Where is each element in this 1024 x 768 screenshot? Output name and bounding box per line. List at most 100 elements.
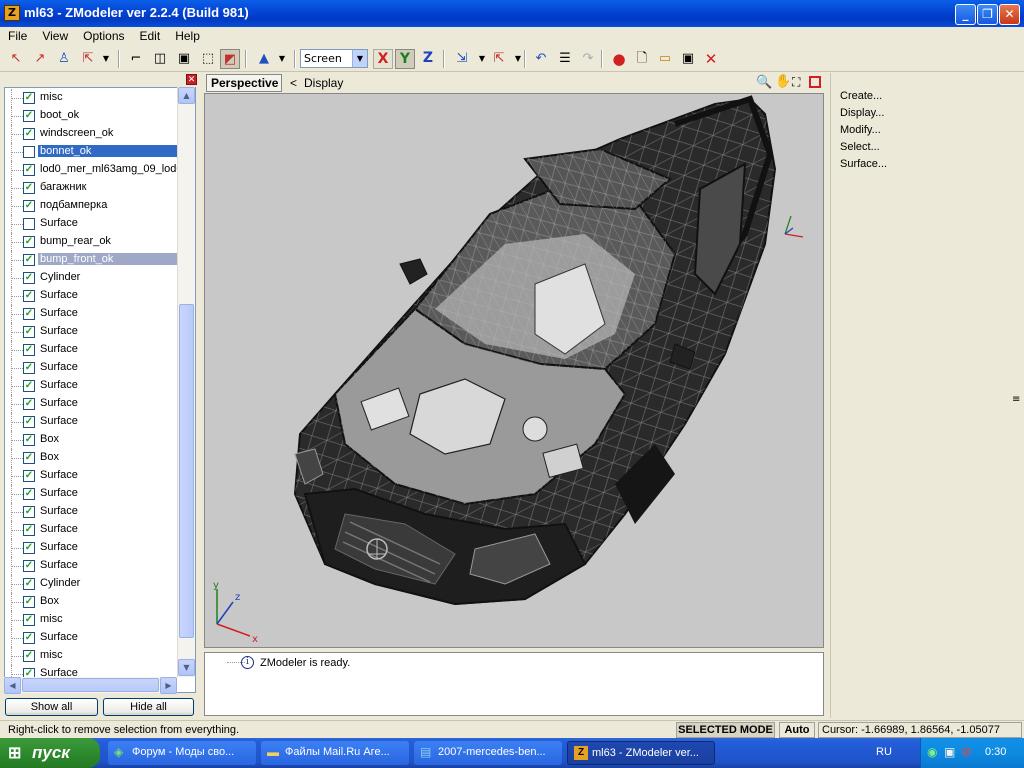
restore-button[interactable]: ❐	[977, 4, 998, 25]
selected-mode-indicator[interactable]: SELECTED MODE	[676, 722, 775, 738]
visibility-checkbox[interactable]: ✓	[23, 614, 35, 626]
visibility-checkbox[interactable]: ✓	[23, 452, 35, 464]
chevron-down-icon[interactable]: ▼	[352, 50, 367, 67]
visibility-checkbox[interactable]	[23, 146, 35, 158]
tree-horizontal-scrollbar[interactable]: ◀ ▶	[4, 677, 177, 694]
record-icon[interactable]: ●	[609, 49, 629, 69]
zoom-extents-icon[interactable]: ⛶	[792, 75, 800, 90]
app-icon[interactable]: Z	[4, 5, 20, 21]
dropdown-arrow-icon[interactable]: ▼	[96, 49, 116, 69]
tree-row[interactable]: ✓ Box	[5, 593, 180, 611]
maximize-viewport-icon[interactable]	[809, 76, 821, 88]
close-button[interactable]: ✕	[999, 4, 1020, 25]
coordinate-space-select[interactable]: Screen ▼	[300, 49, 368, 68]
tree-row[interactable]: ✓ bump_rear_ok	[5, 233, 180, 251]
visibility-checkbox[interactable]: ✓	[23, 236, 35, 248]
menu-edit[interactable]: Edit	[132, 27, 168, 43]
taskbar-item-files[interactable]: ▬ Файлы Mail.Ru Аге...	[261, 741, 409, 765]
faces-mode-icon[interactable]: ▣	[174, 49, 194, 69]
visibility-checkbox[interactable]: ✓	[23, 560, 35, 572]
edges-mode-icon[interactable]: ◫	[150, 49, 170, 69]
zoom-icon[interactable]: 🔍	[756, 75, 772, 90]
tree-row[interactable]: ✓ Box	[5, 431, 180, 449]
security-alert-icon[interactable]: ⊘	[961, 744, 972, 760]
tree-row[interactable]: Surface	[5, 215, 180, 233]
modify-menu[interactable]: Modify...	[840, 124, 881, 136]
visibility-checkbox[interactable]: ✓	[23, 470, 35, 482]
tree-row[interactable]: ✓ Surface	[5, 377, 180, 395]
create-menu[interactable]: Create...	[840, 90, 882, 102]
visibility-checkbox[interactable]: ✓	[23, 578, 35, 590]
visibility-checkbox[interactable]: ✓	[23, 416, 35, 428]
tree-vertical-scrollbar[interactable]: ▲ ▼	[177, 87, 195, 677]
visibility-checkbox[interactable]: ✓	[23, 254, 35, 266]
visibility-checkbox[interactable]: ✓	[23, 182, 35, 194]
hscroll-thumb[interactable]	[22, 678, 159, 692]
objects-mode-icon[interactable]: ⬚	[198, 49, 218, 69]
visibility-checkbox[interactable]: ✓	[23, 434, 35, 446]
tree-row[interactable]: ✓ багажник	[5, 179, 180, 197]
tree-row[interactable]: ✓ Box	[5, 449, 180, 467]
visibility-checkbox[interactable]: ✓	[23, 398, 35, 410]
history-icon[interactable]: ☰	[555, 49, 575, 69]
show-all-button[interactable]: Show all	[5, 698, 98, 716]
cone-icon[interactable]: ▲	[254, 49, 274, 69]
tree-row[interactable]: ✓ Surface	[5, 395, 180, 413]
visibility-checkbox[interactable]: ✓	[23, 524, 35, 536]
tree-row[interactable]: ✓ Surface	[5, 305, 180, 323]
close-panel-icon[interactable]: ✕	[186, 74, 197, 85]
tree-row[interactable]: ✓ misc	[5, 89, 180, 107]
tree-row[interactable]: ✓ Surface	[5, 629, 180, 647]
3d-viewport[interactable]: y z x	[204, 93, 824, 648]
tree-row[interactable]: ✓ подбамперка	[5, 197, 180, 215]
axis-z-toggle[interactable]: Z	[418, 49, 438, 69]
panel-splitter-icon[interactable]: ≡	[1012, 394, 1020, 405]
visibility-checkbox[interactable]: ✓	[23, 488, 35, 500]
new-file-icon[interactable]: 🗋	[632, 49, 652, 69]
pan-hand-icon[interactable]: ✋	[775, 74, 791, 89]
tree-row[interactable]: bonnet_ok	[5, 143, 180, 161]
visibility-checkbox[interactable]: ✓	[23, 200, 35, 212]
viewport-mode-tab[interactable]: Perspective	[206, 74, 282, 92]
tree-row[interactable]: ✓ misc	[5, 611, 180, 629]
tree-row[interactable]: ✓ lod0_mer_ml63amg_09_lod0_	[5, 161, 189, 179]
select-vertex-icon[interactable]: ↗	[30, 49, 50, 69]
visibility-checkbox[interactable]: ✓	[23, 326, 35, 338]
display-menu[interactable]: Display	[304, 76, 343, 90]
select-menu[interactable]: Select...	[840, 141, 880, 153]
tree-row[interactable]: ✓ Surface	[5, 485, 180, 503]
tree-row[interactable]: ✓ Surface	[5, 413, 180, 431]
tree-row[interactable]: ✓ bump_front_ok	[5, 251, 180, 269]
title-bar[interactable]: Z ml63 - ZModeler ver 2.2.4 (Build 981) …	[0, 0, 1024, 27]
menu-options[interactable]: Options	[75, 27, 131, 43]
visibility-checkbox[interactable]: ✓	[23, 110, 35, 122]
tree-row[interactable]: ✓ Surface	[5, 359, 180, 377]
auto-indicator[interactable]: Auto	[779, 722, 815, 738]
visibility-checkbox[interactable]: ✓	[23, 92, 35, 104]
visibility-checkbox[interactable]: ✓	[23, 128, 35, 140]
visibility-checkbox[interactable]: ✓	[23, 290, 35, 302]
minimize-button[interactable]: _	[955, 4, 976, 25]
tree-row[interactable]: ✓ boot_ok	[5, 107, 180, 125]
export-icon[interactable]: ⇱	[489, 49, 509, 69]
tree-row[interactable]: ✓ Surface	[5, 521, 180, 539]
visibility-checkbox[interactable]: ✓	[23, 632, 35, 644]
visibility-checkbox[interactable]: ✓	[23, 596, 35, 608]
select-arrow-icon[interactable]: ↖	[6, 49, 26, 69]
tree-row[interactable]: ✓ Surface	[5, 503, 180, 521]
close-file-icon[interactable]: ✕	[701, 49, 721, 69]
visibility-checkbox[interactable]: ✓	[23, 362, 35, 374]
object-tree[interactable]: ✓ misc ✓ boot_ok ✓ windscreen_ok bonnet_ok ✓ lod…	[4, 87, 196, 693]
tree-row[interactable]: ✓ Surface	[5, 287, 180, 305]
scroll-thumb[interactable]	[179, 304, 194, 638]
visibility-checkbox[interactable]: ✓	[23, 308, 35, 320]
select-mode-icon[interactable]: ⇱	[78, 49, 98, 69]
tree-row[interactable]: ✓ Surface	[5, 323, 180, 341]
menu-view[interactable]: View	[34, 27, 75, 43]
tree-row[interactable]: ✓ Surface	[5, 467, 180, 485]
axis-x-toggle[interactable]: X	[373, 49, 393, 69]
tree-row[interactable]: ✓ misc	[5, 647, 180, 665]
viewport-prev-button[interactable]: <	[290, 76, 297, 90]
wireframe-mode-icon[interactable]: ◩	[220, 49, 240, 69]
tree-row[interactable]: ✓ Cylinder	[5, 269, 180, 287]
